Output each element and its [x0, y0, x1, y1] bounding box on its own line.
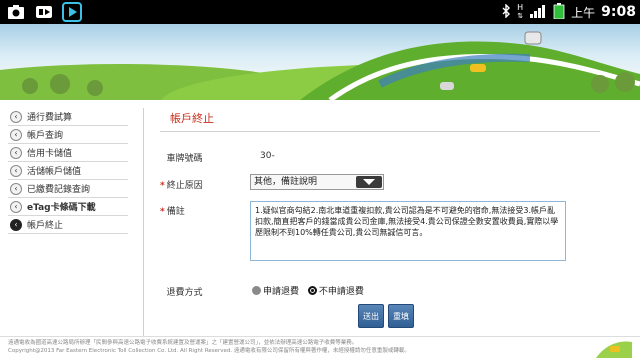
sidebar-item-label: 活儲帳戶儲值: [27, 167, 82, 177]
bluetooth-icon: [501, 2, 511, 21]
footer-copyright: Copyright@2013 Far Eastern Electronic To…: [8, 348, 410, 354]
sidebar-item-label: 通行費試算: [27, 113, 73, 123]
reason-label: 終止原因: [166, 181, 203, 191]
sidebar-item-label: 帳戶終止: [27, 221, 64, 231]
sidebar-item-account-termination[interactable]: ‹ 帳戶終止: [8, 216, 128, 234]
submit-button[interactable]: 送出: [358, 304, 384, 328]
sidebar-item-label: eTag卡條碼下載: [27, 203, 96, 213]
sidebar-item-credit-card-topup[interactable]: ‹ 信用卡儲值: [8, 144, 128, 162]
refund-label: 退費方式: [166, 288, 203, 298]
radio-selected-icon: [307, 286, 317, 295]
sidebar-item-account-inquiry[interactable]: ‹ 帳戶查詢: [8, 126, 128, 144]
clock-time: 9:08: [601, 4, 636, 20]
plate-value: 30-: [260, 151, 275, 161]
header-banner: [0, 24, 640, 100]
chevron-left-icon: ‹: [10, 218, 22, 231]
battery-icon: [553, 2, 565, 22]
reset-button[interactable]: 重填: [388, 304, 414, 328]
refund-row: *退費方式: [160, 285, 247, 298]
chevron-left-icon: ‹: [10, 164, 22, 177]
sidebar-item-payment-history[interactable]: ‹ 已繳費記錄查詢: [8, 180, 128, 198]
network-type-label: H: [517, 3, 524, 12]
radio-unselected-icon: [252, 286, 261, 295]
chevron-left-icon: ‹: [10, 200, 22, 213]
status-bar: H ⇅ 上午 9:08: [0, 0, 640, 24]
sidebar-nav: ‹ 通行費試算 ‹ 帳戶查詢 ‹ 信用卡儲值 ‹ 活儲帳戶儲值 ‹ 已繳費記錄查詢 ‹ eT…: [8, 108, 128, 234]
required-marker: *: [160, 181, 165, 191]
network-type-icon: H ⇅: [517, 3, 524, 21]
chevron-left-icon: ‹: [10, 128, 22, 141]
sidebar-item-label: 信用卡儲值: [27, 149, 73, 159]
camera-icon: [6, 2, 26, 22]
dropdown-arrow-icon: [356, 176, 382, 188]
chevron-left-icon: ‹: [10, 110, 22, 123]
reason-selected-value: 其他，備註說明: [254, 177, 318, 187]
note-textarea[interactable]: 1.疑似官商勾結2.南北車道重複扣款,貴公司認為是不可避免的宿命,無法接受3.帳…: [250, 201, 566, 261]
clock-ampm: 上午: [571, 5, 596, 20]
refund-option-apply[interactable]: 申請退費: [252, 284, 299, 297]
note-label: 備註: [166, 207, 185, 217]
main-content: 帳戶終止 *車牌號碼 30- *終止原因 其他，備註說明 *備註 1.疑似官商勾…: [160, 108, 600, 328]
note-row: * 備註: [160, 204, 247, 217]
page-title: 帳戶終止: [160, 108, 600, 132]
media-app-icon: [34, 2, 54, 22]
chevron-left-icon: ‹: [10, 182, 22, 195]
sidebar-item-savings-topup[interactable]: ‹ 活儲帳戶儲值: [8, 162, 128, 180]
plate-row: *車牌號碼 30-: [160, 151, 275, 164]
nav-divider: [143, 108, 144, 336]
refund-options: 申請退費 不申請退費: [252, 284, 370, 298]
footer-notice: 遠通電收為國道高速公路局所辦理「民間參與高速公路電子收費系統建置及營運案」之「建…: [8, 340, 358, 346]
sidebar-item-toll-calculator[interactable]: ‹ 通行費試算: [8, 108, 128, 126]
footer: 遠通電收為國道高速公路局所辦理「民間參與高速公路電子收費系統建置及營運案」之「建…: [8, 339, 608, 355]
sidebar-item-label: 已繳費記錄查詢: [27, 185, 91, 195]
radio-label: 申請退費: [263, 287, 300, 297]
reason-row: * 終止原因: [160, 178, 247, 191]
plate-label: 車牌號碼: [166, 154, 203, 164]
footer-divider: [0, 336, 640, 337]
play-app-icon: [62, 2, 82, 22]
reason-select[interactable]: 其他，備註說明: [250, 174, 384, 190]
refund-option-no-apply[interactable]: 不申請退費: [307, 284, 364, 297]
radio-label: 不申請退費: [318, 287, 364, 297]
signal-strength-icon: [529, 4, 547, 21]
corner-logo-icon: [596, 338, 632, 358]
chevron-left-icon: ‹: [10, 146, 22, 159]
sidebar-item-etag-barcode[interactable]: ‹ eTag卡條碼下載: [8, 198, 128, 216]
sidebar-item-label: 帳戶查詢: [27, 131, 64, 141]
required-marker: *: [160, 207, 165, 217]
